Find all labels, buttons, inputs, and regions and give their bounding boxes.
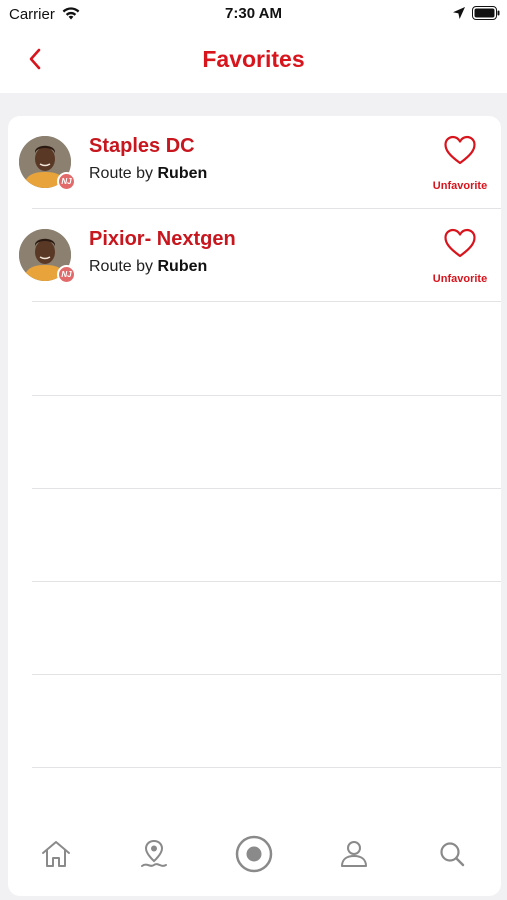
badge: NJ <box>57 265 76 284</box>
page-title: Favorites <box>202 46 305 72</box>
unfavorite-label: Unfavorite <box>432 273 488 285</box>
divider <box>32 767 501 768</box>
tab-record[interactable] <box>234 834 274 874</box>
avatar: NJ <box>19 229 76 285</box>
divider <box>32 488 501 489</box>
route-by-prefix: Route by <box>89 258 158 275</box>
route-title: Staples DC <box>89 135 195 157</box>
list-item[interactable]: NJ Staples DC Route by Ruben Unfavorite <box>8 116 501 209</box>
route-author-line: Route by Ruben <box>89 258 207 276</box>
route-author: Ruben <box>157 258 208 275</box>
map-pin-route-icon <box>141 839 167 867</box>
route-author: Ruben <box>157 165 208 182</box>
unfavorite-label: Unfavorite <box>432 180 488 192</box>
search-icon <box>440 842 465 867</box>
tab-routes[interactable] <box>134 834 174 874</box>
divider <box>32 581 501 582</box>
navigation-bar: Favorites <box>0 30 507 93</box>
unfavorite-button[interactable]: Unfavorite <box>424 134 496 196</box>
route-title: Pixior- Nextgen <box>89 228 236 250</box>
heart-outline-icon <box>444 228 476 258</box>
unfavorite-button[interactable]: Unfavorite <box>424 227 496 289</box>
status-bar: Carrier 7:30 AM <box>0 0 507 30</box>
home-icon <box>42 841 70 867</box>
divider <box>32 395 501 396</box>
route-author-line: Route by Ruben <box>89 165 207 183</box>
tab-search[interactable] <box>432 834 472 874</box>
divider <box>32 301 501 302</box>
avatar: NJ <box>19 136 76 192</box>
divider <box>32 674 501 675</box>
tab-bar <box>8 816 501 876</box>
battery-icon <box>472 6 500 20</box>
badge: NJ <box>57 172 76 191</box>
profile-icon <box>341 841 367 867</box>
heart-outline-icon <box>444 135 476 165</box>
clock: 7:30 AM <box>225 5 282 22</box>
location-arrow-icon <box>453 7 465 19</box>
tab-profile[interactable] <box>334 834 374 874</box>
record-icon <box>235 835 273 873</box>
list-item[interactable]: NJ Pixior- Nextgen Route by Ruben Unfavo… <box>8 209 501 302</box>
route-by-prefix: Route by <box>89 165 158 182</box>
tab-home[interactable] <box>36 834 76 874</box>
favorites-list: NJ Staples DC Route by Ruben Unfavorite <box>8 116 501 896</box>
